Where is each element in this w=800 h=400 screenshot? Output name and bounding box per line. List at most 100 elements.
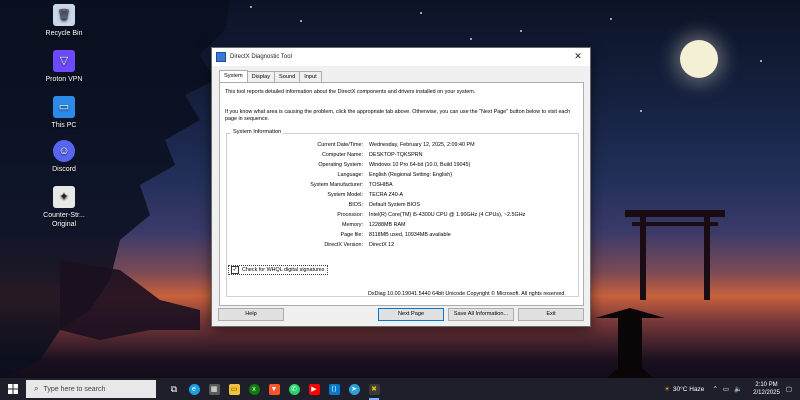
file-explorer-icon[interactable]: ▭ xyxy=(224,378,244,400)
group-title: System Information xyxy=(231,129,284,135)
traveler-silhouette xyxy=(595,308,665,380)
discord-icon: ☺ xyxy=(53,140,75,162)
xbox-icon[interactable]: x xyxy=(244,378,264,400)
intro-text: This tool reports detailed information a… xyxy=(225,89,476,95)
show-hidden-icons-icon[interactable]: ⌃ xyxy=(712,385,717,393)
desktop-icon-counter-strike[interactable]: ✦ Counter-Str... Original xyxy=(38,186,90,229)
desktop-icon-label: This PC xyxy=(51,122,77,129)
proton-vpn-icon: ▽ xyxy=(53,50,75,72)
system-info-value: TOSHIBA xyxy=(369,182,393,188)
system-info-row: Page file: 8118MB used, 10934MB available xyxy=(227,232,578,239)
taskbar: ⌕ Type here to search ⧉ e ▦ ▭ x ▼ ✆ ▶ ⟨⟩… xyxy=(0,378,800,400)
windows-logo-icon xyxy=(8,384,18,394)
vscode-icon[interactable]: ⟨⟩ xyxy=(324,378,344,400)
tab-panel-system: This tool reports detailed information a… xyxy=(219,82,584,306)
title-bar[interactable]: DirectX Diagnostic Tool ✕ xyxy=(212,48,590,66)
save-all-information-button[interactable]: Save All Information... xyxy=(448,308,514,321)
network-icon[interactable]: ▭ xyxy=(723,385,729,393)
tree-silhouette xyxy=(0,0,230,380)
clock-date: 2/12/2025 xyxy=(753,390,780,396)
version-footer: DxDiag 10.00.19041.5440 64bit Unicode Co… xyxy=(368,291,566,297)
system-tray: ☀ 30°C Haze ⌃ ▭ 🔈 2:10 PM 2/12/2025 ▢ xyxy=(664,378,800,400)
desktop-icon-discord[interactable]: ☺ Discord xyxy=(38,140,90,174)
close-icon[interactable]: ✕ xyxy=(572,51,584,62)
system-info-row: Memory: 12288MB RAM xyxy=(227,222,578,229)
system-info-label: BIOS: xyxy=(348,202,363,208)
system-info-label: Page file: xyxy=(340,232,363,238)
recycle-bin-icon: 🗑 xyxy=(53,4,75,26)
telegram-icon[interactable]: ➤ xyxy=(344,378,364,400)
clock-time: 2:10 PM xyxy=(755,382,778,388)
tab-sound[interactable]: Sound xyxy=(274,71,301,82)
system-info-label: Language: xyxy=(337,172,363,178)
tab-system[interactable]: System xyxy=(219,70,248,82)
taskbar-search-box[interactable]: ⌕ Type here to search xyxy=(26,380,156,398)
system-info-label: Processor: xyxy=(337,212,363,218)
screen: 🗑 Recycle Bin ▽ Proton VPN ▭ This PC ☺ D… xyxy=(0,0,800,400)
system-info-value: Windows 10 Pro 64-bit (10.0, Build 19045… xyxy=(369,162,471,168)
checkbox-check-icon: ✓ xyxy=(231,266,239,274)
instructions-text: If you know what area is causing the pro… xyxy=(225,109,571,122)
system-info-value: Intel(R) Core(TM) i5-4300U CPU @ 1.90GHz… xyxy=(369,212,526,218)
tab-strip: System Display Sound Input xyxy=(219,70,322,82)
system-info-row: System Manufacturer: TOSHIBA xyxy=(227,182,578,189)
system-info-value: DirectX 12 xyxy=(369,242,395,248)
system-info-row: Language: English (Regional Setting: Engl… xyxy=(227,172,578,179)
system-info-label: System Manufacturer: xyxy=(310,182,363,188)
system-info-value: English (Regional Setting: English) xyxy=(369,172,453,178)
brave-icon[interactable]: ▼ xyxy=(264,378,284,400)
weather-icon: ☀ xyxy=(664,386,670,393)
next-page-button[interactable]: Next Page xyxy=(378,308,444,321)
desktop-icon-this-pc[interactable]: ▭ This PC xyxy=(38,96,90,130)
system-info-row: Current Date/Time: Wednesday, February 12… xyxy=(227,142,578,149)
desktop-icon-label: Counter-Str... Original xyxy=(43,212,85,228)
system-info-value: Wednesday, February 12, 2025, 2:09:40 PM xyxy=(369,142,475,148)
system-info-row: Computer Name: DESKTOP-TQKSPRN xyxy=(227,152,578,159)
system-info-value: Default System BIOS xyxy=(369,202,420,208)
desktop-icon-label: Proton VPN xyxy=(45,76,83,83)
exit-button[interactable]: Exit xyxy=(518,308,584,321)
whql-label: Check for WHQL digital signatures xyxy=(242,267,325,273)
moon xyxy=(680,40,718,78)
dxdiag-taskbar-icon[interactable]: ✖ xyxy=(364,378,384,400)
system-info-label: System Model: xyxy=(327,192,363,198)
notification-center-icon[interactable]: ▢ xyxy=(786,385,792,393)
window-title: DirectX Diagnostic Tool xyxy=(230,54,292,60)
system-info-row: System Model: TECRA Z40-A xyxy=(227,192,578,199)
dxdiag-app-icon xyxy=(216,52,226,62)
desktop-icon-label: Discord xyxy=(52,166,76,173)
system-info-label: Memory: xyxy=(342,222,363,228)
system-info-row: Operating System: Windows 10 Pro 64-bit (… xyxy=(227,162,578,169)
system-info-value: 12288MB RAM xyxy=(369,222,406,228)
system-info-value: TECRA Z40-A xyxy=(369,192,404,198)
help-button[interactable]: Help xyxy=(218,308,284,321)
clock[interactable]: 2:10 PM 2/12/2025 xyxy=(753,381,780,397)
search-icon: ⌕ xyxy=(34,384,39,393)
search-placeholder: Type here to search xyxy=(43,385,106,393)
volume-icon[interactable]: 🔈 xyxy=(734,385,742,393)
system-info-label: DirectX Version: xyxy=(324,242,363,248)
system-info-row: DirectX Version: DirectX 12 xyxy=(227,242,578,249)
system-info-value: DESKTOP-TQKSPRN xyxy=(369,152,423,158)
start-button[interactable] xyxy=(4,378,22,400)
tab-input[interactable]: Input xyxy=(299,71,322,82)
counter-strike-icon: ✦ xyxy=(53,186,75,208)
system-info-value: 8118MB used, 10934MB available xyxy=(369,232,451,238)
desktop-icon-recycle-bin[interactable]: 🗑 Recycle Bin xyxy=(38,4,90,38)
edge-icon[interactable]: e xyxy=(184,378,204,400)
calculator-icon[interactable]: ▦ xyxy=(204,378,224,400)
system-info-row: Processor: Intel(R) Core(TM) i5-4300U CPU… xyxy=(227,212,578,219)
weather-text[interactable]: 30°C Haze xyxy=(673,386,705,393)
torii-gate xyxy=(625,210,725,300)
tab-display[interactable]: Display xyxy=(246,71,275,82)
system-info-row: BIOS: Default System BIOS xyxy=(227,202,578,209)
desktop-icon-proton-vpn[interactable]: ▽ Proton VPN xyxy=(38,50,90,84)
task-view-icon[interactable]: ⧉ xyxy=(164,378,184,400)
whatsapp-icon[interactable]: ✆ xyxy=(284,378,304,400)
youtube-icon[interactable]: ▶ xyxy=(304,378,324,400)
system-info-label: Current Date/Time: xyxy=(317,142,363,148)
whql-checkbox[interactable]: ✓ Check for WHQL digital signatures xyxy=(228,265,328,275)
desktop-icon-label: Recycle Bin xyxy=(45,30,83,37)
dxdiag-window: DirectX Diagnostic Tool ✕ System Display… xyxy=(211,47,591,327)
system-info-label: Operating System: xyxy=(318,162,363,168)
